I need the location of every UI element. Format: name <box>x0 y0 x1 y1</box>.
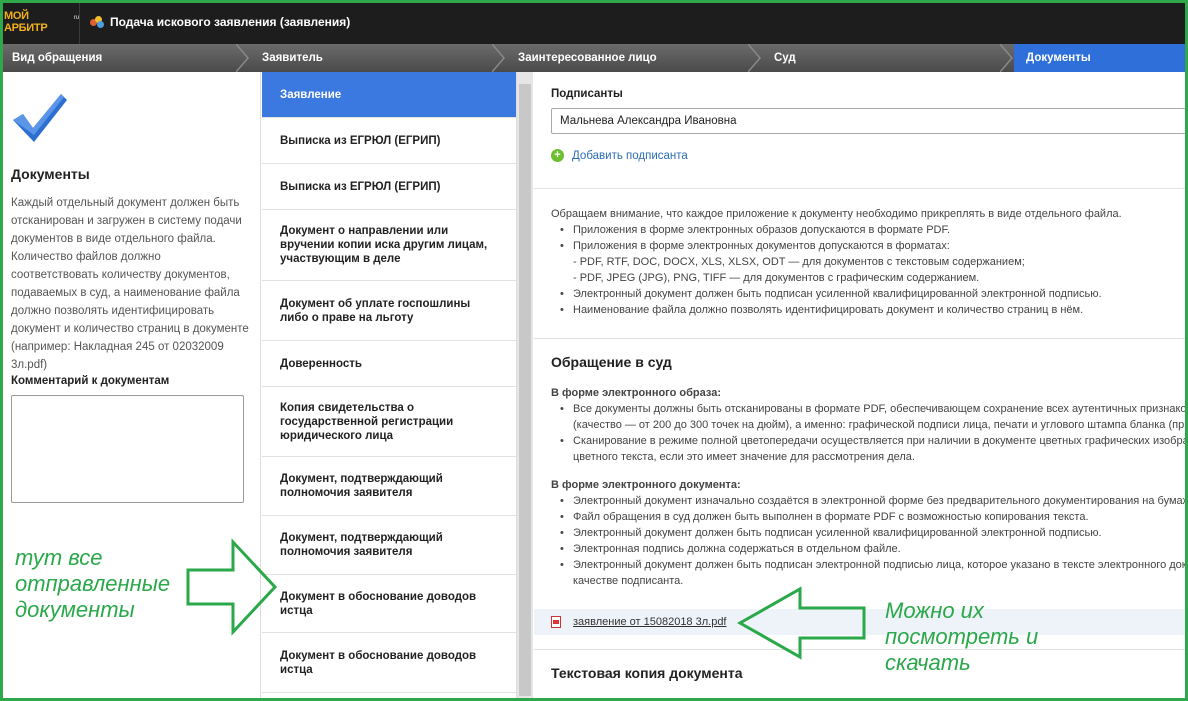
list-item[interactable]: Выписка из ЕГРЮЛ (ЕГРИП) <box>262 164 516 210</box>
list-item[interactable]: Документ в обоснование доводов истца <box>262 575 516 633</box>
court-bullet: Электронный документ должен быть подписа… <box>551 557 1188 573</box>
step-label: Заинтересованное лицо <box>518 52 657 64</box>
court-bullet-cont: (качество — от 200 до 300 точек на дюйм)… <box>573 419 1188 431</box>
step-label: Заявитель <box>262 52 323 64</box>
list-item-label: Заявление <box>280 88 342 101</box>
image-form-heading: В форме электронного образа: <box>551 387 721 399</box>
list-item-label: Документ об уплате госпошлины либо о пра… <box>280 297 471 324</box>
notice-bullet: Приложения в форме электронных образов д… <box>551 222 1188 238</box>
plus-icon: + <box>551 149 564 162</box>
court-bullet-cont: качестве подписанта. <box>573 575 684 587</box>
chevron-right-icon <box>492 44 505 72</box>
list-item[interactable]: Документ, подтверждающий полномочия заяв… <box>262 457 516 516</box>
arrow-left-icon <box>736 586 866 660</box>
list-item[interactable]: Доверенность <box>262 341 516 387</box>
list-item-label: Копия свидетельства о государственной ре… <box>280 401 454 442</box>
page-title: Подача искового заявления (заявления) <box>110 15 351 29</box>
list-item-label: Документ, подтверждающий полномочия заяв… <box>280 473 443 499</box>
chevron-right-icon <box>748 44 761 72</box>
logo-text: МОЙ АРБИТР <box>4 10 48 34</box>
step-label: Вид обращения <box>12 52 103 64</box>
court-bullet: Электронный документ должен быть подписа… <box>551 525 1188 541</box>
list-item[interactable]: Документ о направлении или вручении копи… <box>262 210 516 281</box>
people-icon <box>90 15 104 29</box>
court-bullet: Сканирование в режиме полной цветопереда… <box>551 433 1188 449</box>
list-item-label: Документ в обоснование доводов истца <box>280 590 477 617</box>
chevron-right-icon <box>236 44 249 72</box>
chevron-right-icon <box>1000 44 1013 72</box>
court-bullet-cont: цветного текста, если это имеет значение… <box>573 451 915 463</box>
signers-label: Подписанты <box>551 88 623 100</box>
notice-bullet: Электронный документ должен быть подписа… <box>551 286 1188 302</box>
file-download-link[interactable]: заявление от 15082018 3л.pdf <box>573 616 727 628</box>
list-item-statement[interactable]: Заявление <box>262 72 516 118</box>
doc-form-heading: В форме электронного документа: <box>551 479 741 491</box>
notice-sub-item: - PDF, JPEG (JPG), PNG, TIFF — для докум… <box>573 272 980 284</box>
checkmark-icon <box>13 94 67 142</box>
list-item-label: Доверенность <box>280 357 362 370</box>
notice-intro: Обращаем внимание, что каждое приложение… <box>551 208 1122 220</box>
court-title: Обращение в суд <box>551 354 672 370</box>
list-item-label: Выписка из ЕГРЮЛ (ЕГРИП) <box>280 134 441 147</box>
panel-description: Каждый отдельный документ должен быть от… <box>11 197 249 371</box>
add-signer-label: Добавить подписанта <box>572 149 688 162</box>
notice-section: Обращаем внимание, что каждое приложение… <box>534 190 1188 339</box>
court-bullet: Файл обращения в суд должен быть выполне… <box>551 509 1188 525</box>
step-label: Суд <box>774 52 796 64</box>
court-bullet: Все документы должны быть отсканированы … <box>551 401 1188 417</box>
step-breadcrumb: Вид обращения Заявитель Заинтересованное… <box>0 44 1188 72</box>
notice-sub-item: - PDF, RTF, DOC, DOCX, XLS, XLSX, ODT — … <box>573 256 1025 268</box>
step-applicant[interactable]: Заявитель <box>250 44 506 72</box>
list-item[interactable]: Документ, подтверждающий полномочия заяв… <box>262 516 516 575</box>
annotation-line: скачать <box>885 650 971 675</box>
list-item-label: Документ в обоснование доводов истца <box>280 649 477 676</box>
list-item[interactable]: Выписка из ЕГРЮЛ (ЕГРИП) <box>262 118 516 164</box>
logo-sup: ru <box>73 15 80 21</box>
arrow-right-icon <box>186 538 278 636</box>
documents-list-scrollbar[interactable] <box>517 72 533 701</box>
step-court[interactable]: Суд <box>762 44 1014 72</box>
signers-section: Подписанты + Добавить подписанта <box>534 72 1188 189</box>
list-item-label: Выписка из ЕГРЮЛ (ЕГРИП) <box>280 180 441 193</box>
pdf-file-icon <box>551 616 561 628</box>
notice-bullet: Приложения в форме электронных документо… <box>551 238 1188 254</box>
annotation-line: тут все <box>15 545 103 570</box>
top-bar: МОЙ АРБИТР ru Подача искового заявления … <box>0 0 1188 44</box>
list-item-label: Документ о направлении или вручении копи… <box>280 225 488 265</box>
annotation-line: отправленные <box>15 571 171 596</box>
page-header: Подача искового заявления (заявления) <box>80 15 350 29</box>
comment-label: Комментарий к документам <box>11 375 170 387</box>
annotation-line: документы <box>15 597 135 622</box>
court-bullet: Электронная подпись должна содержаться в… <box>551 541 1188 557</box>
panel-title: Документы <box>11 166 90 182</box>
list-item[interactable]: Копия свидетельства о государственной ре… <box>262 387 516 457</box>
step-label: Документы <box>1026 52 1091 64</box>
annotation-line: Можно их <box>885 598 984 623</box>
app-logo[interactable]: МОЙ АРБИТР ru <box>0 0 80 44</box>
comment-textarea[interactable] <box>11 395 244 503</box>
list-item-label: Документ, подтверждающий полномочия заяв… <box>280 532 443 558</box>
step-documents[interactable]: Документы <box>1014 44 1188 72</box>
list-item[interactable]: Документ об уплате госпошлины либо о пра… <box>262 281 516 341</box>
add-signer-button[interactable]: + Добавить подписанта <box>551 149 688 162</box>
court-bullet: Электронный документ изначально создаётс… <box>551 493 1188 509</box>
annotation-left: тут все отправленные документы <box>15 545 170 623</box>
step-interested-party[interactable]: Заинтересованное лицо <box>506 44 762 72</box>
annotation-right: Можно их посмотреть и скачать <box>885 598 1038 676</box>
notice-bullet: Наименование файла должно позволять иден… <box>551 302 1188 318</box>
step-appeal-type[interactable]: Вид обращения <box>0 44 250 72</box>
scrollbar-thumb[interactable] <box>519 84 531 696</box>
list-item[interactable]: Документ в обоснование доводов истца <box>262 633 516 693</box>
signer-input[interactable] <box>551 108 1188 134</box>
annotation-line: посмотреть и <box>885 624 1039 649</box>
documents-list: Заявление Выписка из ЕГРЮЛ (ЕГРИП) Выпис… <box>262 72 517 701</box>
text-copy-title: Текстовая копия документа <box>551 665 743 681</box>
